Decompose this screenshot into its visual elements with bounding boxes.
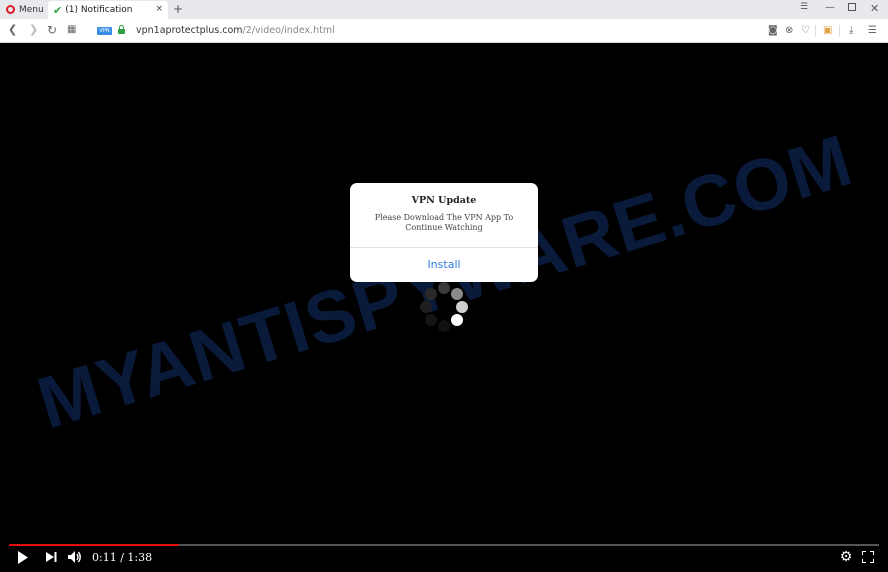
reload-icon[interactable]: ↻ [47, 24, 57, 36]
url-domain: vpn1aprotectplus.com [136, 25, 243, 36]
tab-notification[interactable]: ✔ (1) Notification × [48, 1, 168, 19]
fullscreen-icon [862, 551, 874, 563]
volume-button[interactable] [67, 549, 83, 565]
spinner-dot [456, 301, 468, 313]
play-button[interactable] [15, 549, 31, 565]
easy-setup-icon[interactable]: ☰ [868, 25, 877, 36]
minimize-icon[interactable]: — [825, 2, 835, 13]
tab-title: (1) Notification [65, 5, 133, 15]
tab-menu-icon[interactable]: ☰ [800, 2, 808, 12]
fullscreen-button[interactable] [860, 549, 876, 565]
spinner-dot [438, 282, 450, 294]
url-path: /2/video/index.html [242, 25, 335, 36]
wallet-icon[interactable]: ▣ [823, 25, 832, 36]
maximize-icon[interactable] [848, 3, 856, 11]
address-bar: ❮ ❯ ↻ ▦ VPN vpn1aprotectplus.com/2/video… [0, 19, 888, 43]
vpn-badge[interactable]: VPN [97, 27, 112, 35]
opera-menu-button[interactable]: Menu [0, 0, 46, 19]
forward-icon[interactable]: ❯ [29, 24, 38, 36]
new-tab-button[interactable]: + [173, 2, 183, 16]
dialog-message: Please Download The VPN App To Continue … [374, 213, 514, 232]
spinner-dot [451, 288, 463, 300]
back-icon[interactable]: ❮ [8, 24, 17, 36]
spinner-dot [451, 314, 463, 326]
url-field[interactable]: vpn1aprotectplus.com/2/video/index.html [136, 25, 335, 36]
download-icon[interactable]: ⤓ [849, 25, 853, 36]
gear-icon: ⚙ [839, 549, 853, 565]
divider [815, 25, 816, 37]
adblock-icon[interactable]: ⊗ [785, 25, 793, 36]
lock-icon[interactable] [118, 25, 125, 34]
progress-bar[interactable] [9, 544, 879, 546]
checkmark-icon: ✔ [53, 3, 63, 17]
tab-close-icon[interactable]: × [155, 4, 163, 14]
spinner-dot [425, 314, 437, 326]
tab-strip: Menu ✔ (1) Notification × + ☰ — ✕ [0, 0, 888, 19]
divider [839, 25, 840, 37]
spinner-dot [425, 288, 437, 300]
play-icon [18, 550, 28, 564]
time-display: 0:11 / 1:38 [92, 551, 153, 564]
opera-logo-icon [6, 5, 15, 14]
vpn-update-dialog: VPN Update Please Download The VPN App T… [350, 183, 538, 282]
progress-played [9, 544, 179, 546]
speed-dial-icon[interactable]: ▦ [67, 24, 76, 36]
camera-icon[interactable]: ◙ [768, 25, 778, 36]
spinner-dot [420, 301, 432, 313]
next-button[interactable] [44, 549, 58, 565]
heart-icon[interactable]: ♡ [801, 25, 810, 36]
settings-button[interactable]: ⚙ [838, 549, 854, 565]
volume-icon [68, 551, 81, 563]
loading-spinner-icon [418, 282, 470, 334]
close-window-icon[interactable]: ✕ [870, 2, 879, 15]
menu-label: Menu [19, 4, 44, 15]
dialog-title: VPN Update [411, 195, 477, 206]
skip-next-icon [45, 552, 56, 562]
install-button[interactable]: Install [350, 248, 538, 282]
spinner-dot [438, 320, 450, 332]
